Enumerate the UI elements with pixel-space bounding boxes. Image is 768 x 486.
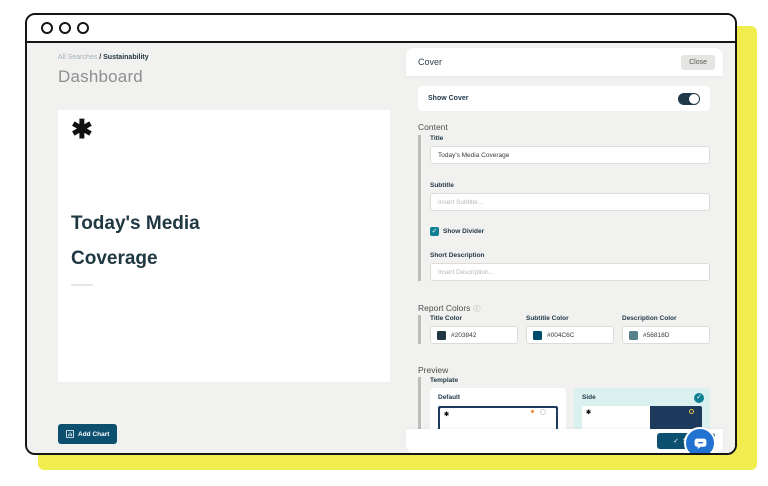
content-field-group: Title Subtitle ✓ Show Divider Short Desc… <box>418 135 710 281</box>
cover-preview-title: Today's Media Coverage <box>71 206 251 276</box>
cover-preview-card: ✱ Today's Media Coverage <box>58 110 390 382</box>
title-color-label: Title Color <box>430 315 518 322</box>
close-button[interactable]: Close <box>681 55 715 70</box>
page: All Searches / Sustainability Dashboard … <box>0 0 768 486</box>
preview-section-label: Preview <box>418 365 448 375</box>
chat-widget-button[interactable] <box>684 427 716 455</box>
report-colors-row: Title Color #203842 Subtitle Color #004C… <box>430 315 710 344</box>
breadcrumb-parent-link[interactable]: All Searches <box>58 54 97 61</box>
breadcrumb-current: Sustainability <box>103 54 149 61</box>
drawer-title: Cover <box>418 57 442 67</box>
subtitle-color-value: #004C6C <box>547 332 574 339</box>
show-divider-label: Show Divider <box>443 228 484 235</box>
chat-bubble-icon <box>693 436 708 451</box>
subtitle-color-label: Subtitle Color <box>526 315 614 322</box>
info-icon[interactable]: ⓘ <box>473 306 480 313</box>
report-colors-group: Title Color #203842 Subtitle Color #004C… <box>418 315 710 344</box>
title-color-swatch <box>437 331 446 340</box>
title-color-value: #203842 <box>451 332 476 339</box>
save-check-icon: ✓ <box>673 437 679 445</box>
description-color-value: #56818D <box>643 332 669 339</box>
subtitle-field-label: Subtitle <box>430 182 710 189</box>
window-control-icon[interactable] <box>77 22 89 34</box>
show-cover-label: Show Cover <box>428 95 468 102</box>
cover-preview-divider <box>71 284 93 286</box>
app-body: All Searches / Sustainability Dashboard … <box>27 43 735 453</box>
title-color-field: Title Color #203842 <box>430 315 518 344</box>
show-divider-checkbox[interactable]: ✓ <box>430 227 439 236</box>
description-color-input[interactable]: #56818D <box>622 326 710 344</box>
description-field-label: Short Description <box>430 252 710 259</box>
cover-settings-drawer: Cover Close Show Cover Content Title Sub… <box>406 48 723 453</box>
subtitle-color-input[interactable]: #004C6C <box>526 326 614 344</box>
thumbnail-moon-icon <box>689 409 694 414</box>
report-colors-section-label: Report Colorsⓘ <box>418 303 480 314</box>
show-divider-row: ✓ Show Divider <box>430 227 710 236</box>
thumbnail-asterisk-icon: ✱ <box>444 411 449 418</box>
toggle-knob-icon <box>689 94 699 104</box>
thumbnail-dot-icon <box>531 410 534 413</box>
add-chart-label: Add Chart <box>78 431 109 438</box>
drawer-header: Cover Close <box>406 48 723 76</box>
template-default-label: Default <box>438 394 558 401</box>
page-title: Dashboard <box>58 67 143 87</box>
subtitle-color-field: Subtitle Color #004C6C <box>526 315 614 344</box>
title-color-input[interactable]: #203842 <box>430 326 518 344</box>
subtitle-input[interactable] <box>430 193 710 211</box>
title-input[interactable] <box>430 146 710 164</box>
subtitle-color-swatch <box>533 331 542 340</box>
show-cover-row: Show Cover <box>418 86 710 111</box>
asterisk-logo-icon: ✱ <box>71 114 93 145</box>
content-section-label: Content <box>418 122 448 132</box>
thumbnail-asterisk-icon: ✱ <box>586 409 591 416</box>
window-control-icon[interactable] <box>59 22 71 34</box>
add-chart-icon <box>66 430 74 438</box>
window-titlebar <box>27 15 735 43</box>
description-input[interactable] <box>430 263 710 281</box>
thumbnail-ring-icon <box>540 409 546 415</box>
breadcrumb: All Searches / Sustainability <box>58 54 149 61</box>
description-color-field: Description Color #56818D <box>622 315 710 344</box>
show-cover-toggle[interactable] <box>678 93 700 105</box>
window-control-icon[interactable] <box>41 22 53 34</box>
template-group-label: Template <box>430 377 710 384</box>
add-chart-button[interactable]: Add Chart <box>58 424 117 444</box>
description-color-label: Description Color <box>622 315 710 322</box>
description-color-swatch <box>629 331 638 340</box>
template-side-label: Side <box>582 394 702 401</box>
selected-check-icon: ✓ <box>694 393 704 403</box>
browser-window: All Searches / Sustainability Dashboard … <box>25 13 737 455</box>
title-field-label: Title <box>430 135 710 142</box>
drawer-footer: ✓ Save <box>406 429 723 453</box>
